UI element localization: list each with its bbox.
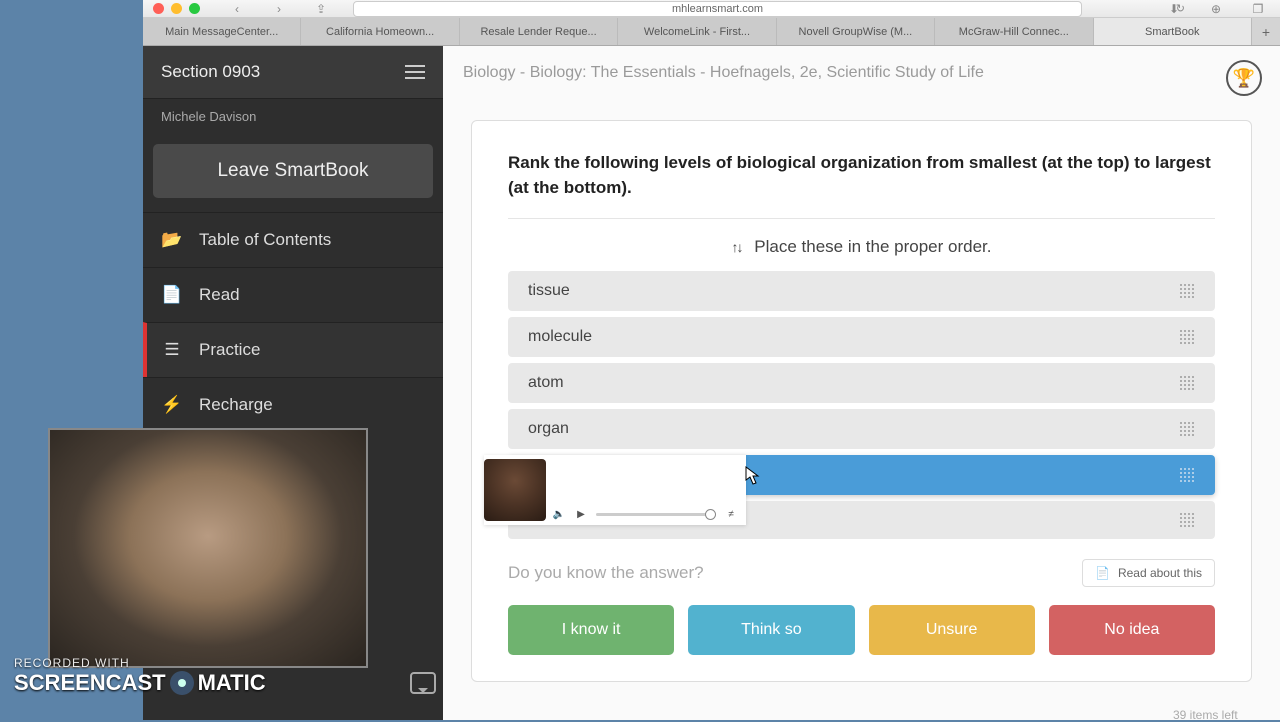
feedback-icon[interactable] — [410, 672, 436, 694]
rank-item[interactable]: atom — [508, 363, 1215, 403]
know-row: Do you know the answer? 📄 Read about thi… — [508, 559, 1215, 587]
document-icon: 📄 — [1095, 566, 1110, 580]
bolt-icon: ⚡ — [161, 394, 183, 416]
browser-tab[interactable]: SmartBook — [1094, 18, 1252, 45]
drag-handle-icon[interactable] — [1179, 512, 1195, 528]
rank-item[interactable]: organ — [508, 409, 1215, 449]
divider — [508, 218, 1215, 219]
rank-item-label: atom — [528, 374, 564, 392]
breadcrumb: Biology - Biology: The Essentials - Hoef… — [443, 46, 1280, 100]
trophy-icon[interactable]: 🏆 — [1226, 60, 1262, 96]
presenter-avatar — [484, 459, 546, 521]
rank-item[interactable]: molecule — [508, 317, 1215, 357]
sidebar-item-label: Practice — [199, 340, 260, 360]
sidebar-item-recharge[interactable]: ⚡ Recharge — [143, 377, 443, 432]
updown-icon: ↑↓ — [732, 239, 742, 255]
leave-smartbook-button[interactable]: Leave SmartBook — [153, 144, 433, 198]
browser-tab[interactable]: Main MessageCenter... — [143, 18, 301, 45]
rank-item-label: organ — [528, 420, 569, 438]
play-icon[interactable]: ▶ — [574, 507, 588, 521]
url-bar[interactable]: mhlearnsmart.com ↻ — [353, 1, 1082, 17]
tabs-overview-icon[interactable]: ❐ — [1246, 1, 1270, 17]
i-know-it-button[interactable]: I know it — [508, 605, 674, 655]
close-window-icon[interactable] — [153, 3, 164, 14]
browser-toolbar: ‹ › ⇪ mhlearnsmart.com ↻ ⬇ ⊕ ❐ — [143, 0, 1280, 18]
slider-thumb[interactable] — [705, 509, 716, 520]
main-content: Biology - Biology: The Essentials - Hoef… — [443, 46, 1280, 720]
browser-tab[interactable]: California Homeown... — [301, 18, 459, 45]
unsure-button[interactable]: Unsure — [869, 605, 1035, 655]
watermark-line2: SCREENCAST MATIC — [14, 670, 266, 696]
sidebar-item-read[interactable]: 📄 Read — [143, 267, 443, 322]
question-prompt: Rank the following levels of biological … — [508, 151, 1215, 200]
no-idea-button[interactable]: No idea — [1049, 605, 1215, 655]
sidebar-item-label: Table of Contents — [199, 230, 331, 250]
read-about-button[interactable]: 📄 Read about this — [1082, 559, 1215, 587]
new-tab-button[interactable]: + — [1252, 18, 1280, 45]
user-name: Michele Davison — [143, 99, 443, 134]
browser-tabs: Main MessageCenter...California Homeown.… — [143, 18, 1280, 46]
avatar-audio-overlay: 🔈 ▶ ≠ — [484, 455, 746, 525]
instruction: ↑↓ Place these in the proper order. — [508, 237, 1215, 257]
audio-slider[interactable] — [596, 513, 716, 516]
instruction-text: Place these in the proper order. — [754, 237, 991, 256]
question-card: Rank the following levels of biological … — [471, 120, 1252, 682]
new-tab-icon[interactable]: ⊕ — [1204, 1, 1228, 17]
sidebar-item-label: Read — [199, 285, 240, 305]
section-title: Section 0903 — [161, 62, 260, 82]
watermark-line1: RECORDED WITH — [14, 656, 266, 670]
know-question: Do you know the answer? — [508, 563, 704, 583]
rank-item-label: molecule — [528, 328, 592, 346]
section-header: Section 0903 — [143, 46, 443, 99]
window-controls — [153, 3, 200, 14]
think-so-button[interactable]: Think so — [688, 605, 854, 655]
sidebar-item-label: Recharge — [199, 395, 273, 415]
webcam-overlay — [48, 428, 368, 668]
url-text: mhlearnsmart.com — [672, 3, 763, 15]
drag-handle-icon[interactable] — [1179, 467, 1195, 483]
reload-icon[interactable]: ↻ — [1176, 2, 1185, 15]
watermark: RECORDED WITH SCREENCAST MATIC — [14, 656, 266, 696]
rank-item[interactable]: tissue — [508, 271, 1215, 311]
minimize-window-icon[interactable] — [171, 3, 182, 14]
back-button[interactable]: ‹ — [225, 1, 249, 17]
rank-item-label: tissue — [528, 282, 570, 300]
fullscreen-window-icon[interactable] — [189, 3, 200, 14]
browser-tab[interactable]: Resale Lender Reque... — [460, 18, 618, 45]
share-button[interactable]: ⇪ — [309, 1, 333, 17]
drag-handle-icon[interactable] — [1179, 421, 1195, 437]
mute-icon[interactable]: 🔈 — [552, 507, 566, 521]
drag-handle-icon[interactable] — [1179, 375, 1195, 391]
drag-handle-icon[interactable] — [1179, 283, 1195, 299]
browser-tab[interactable]: WelcomeLink - First... — [618, 18, 776, 45]
sidebar-item-practice[interactable]: ☰ Practice — [143, 322, 443, 377]
browser-tab[interactable]: McGraw-Hill Connec... — [935, 18, 1093, 45]
list-icon: ☰ — [161, 339, 183, 361]
folder-icon: 📂 — [161, 229, 183, 251]
page-icon: 📄 — [161, 284, 183, 306]
drag-handle-icon[interactable] — [1179, 329, 1195, 345]
watermark-logo-icon — [170, 671, 194, 695]
sidebar-item-table-of-contents[interactable]: 📂 Table of Contents — [143, 212, 443, 267]
menu-icon[interactable] — [405, 65, 425, 79]
confidence-buttons: I know it Think so Unsure No idea — [508, 605, 1215, 655]
read-about-label: Read about this — [1118, 566, 1202, 580]
forward-button[interactable]: › — [267, 1, 291, 17]
browser-tab[interactable]: Novell GroupWise (M... — [777, 18, 935, 45]
settings-icon[interactable]: ≠ — [724, 507, 738, 521]
